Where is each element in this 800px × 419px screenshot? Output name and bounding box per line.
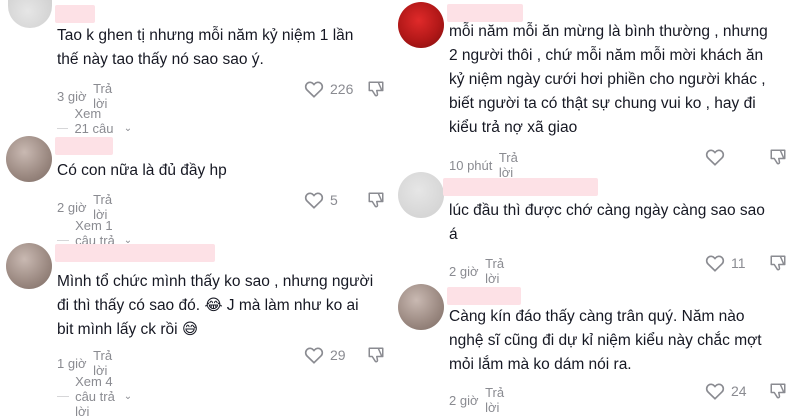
heart-outline-icon (304, 347, 324, 364)
comment-time: 10 phút (449, 157, 493, 173)
comment-time: 2 giờ (57, 199, 87, 215)
avatar[interactable] (8, 0, 52, 28)
chevron-down-icon: ⌄ (123, 123, 133, 134)
reply-button[interactable]: Trả lời (485, 256, 514, 286)
like-button[interactable] (705, 148, 731, 166)
username-placeholder[interactable] (55, 5, 95, 23)
heart-outline-icon (705, 255, 725, 272)
like-count: 29 (330, 347, 346, 363)
thumbs-down-outline-icon (770, 255, 786, 271)
dislike-button[interactable] (367, 80, 385, 103)
comment-time: 3 giờ (57, 88, 87, 104)
username-placeholder[interactable] (447, 287, 521, 305)
comment-meta: 2 giờ Trả lời (449, 385, 514, 415)
username-placeholder[interactable] (55, 244, 215, 262)
avatar[interactable] (398, 2, 444, 48)
like-count: 11 (731, 255, 746, 271)
dislike-button[interactable] (367, 346, 385, 369)
like-button[interactable]: 29 (304, 346, 346, 364)
dislike-button[interactable] (367, 191, 385, 214)
comment-text: Mình tổ chức mình thấy ko sao , nhưng ng… (57, 273, 374, 338)
comment-time: 1 giờ (57, 355, 87, 371)
avatar[interactable] (6, 136, 52, 182)
reply-button[interactable]: Trả lời (499, 150, 529, 180)
dislike-button[interactable] (769, 148, 787, 171)
reply-button[interactable]: Trả lời (485, 385, 514, 415)
view-replies-button[interactable]: Xem 4 câu trả lời ⌄ (57, 374, 132, 419)
like-button[interactable]: 24 (705, 382, 747, 400)
like-count: 226 (330, 81, 354, 97)
like-count: 24 (731, 383, 747, 399)
avatar[interactable] (398, 284, 444, 330)
comment-text: Tao k ghen tị nhưng mỗi năm kỷ niệm 1 lầ… (57, 27, 354, 68)
username-placeholder[interactable] (443, 178, 598, 196)
like-button[interactable]: 5 (304, 191, 338, 209)
thumbs-down-outline-icon (368, 347, 384, 363)
chevron-down-icon: ⌄ (123, 391, 133, 402)
thumbs-down-outline-icon (368, 81, 384, 97)
divider-line (57, 240, 70, 241)
thumbs-down-outline-icon (368, 192, 384, 208)
heart-outline-icon (304, 192, 324, 209)
thumbs-down-outline-icon (770, 149, 786, 165)
like-button[interactable]: 226 (304, 80, 353, 98)
divider-line (57, 128, 69, 129)
username-placeholder[interactable] (55, 137, 113, 155)
avatar[interactable] (398, 172, 444, 218)
like-button[interactable]: 11 (705, 254, 746, 272)
view-replies-label: Xem 4 câu trả lời (75, 374, 115, 419)
comment-meta: 2 giờ Trả lời (449, 256, 514, 286)
comment-time: 2 giờ (449, 263, 479, 279)
like-count: 5 (330, 192, 338, 208)
divider-line (57, 396, 70, 397)
dislike-button[interactable] (769, 254, 787, 277)
comment-time: 2 giờ (449, 392, 479, 408)
heart-outline-icon (705, 383, 725, 400)
comment-text: Càng kín đáo thấy càng trân quý. Năm nào… (449, 308, 762, 373)
heart-outline-icon (705, 149, 725, 166)
thumbs-down-outline-icon (770, 383, 786, 399)
comment-text: lúc đầu thì được chớ càng ngày càng sao … (449, 202, 765, 243)
avatar[interactable] (6, 243, 52, 289)
heart-outline-icon (304, 81, 324, 98)
comment-text: mỗi năm mỗi ăn mừng là bình thường , như… (449, 23, 768, 136)
dislike-button[interactable] (769, 382, 787, 405)
comment-meta: 10 phút Trả lời (449, 150, 529, 180)
comment-text: Có con nữa là đủ đầy hp (57, 162, 227, 179)
